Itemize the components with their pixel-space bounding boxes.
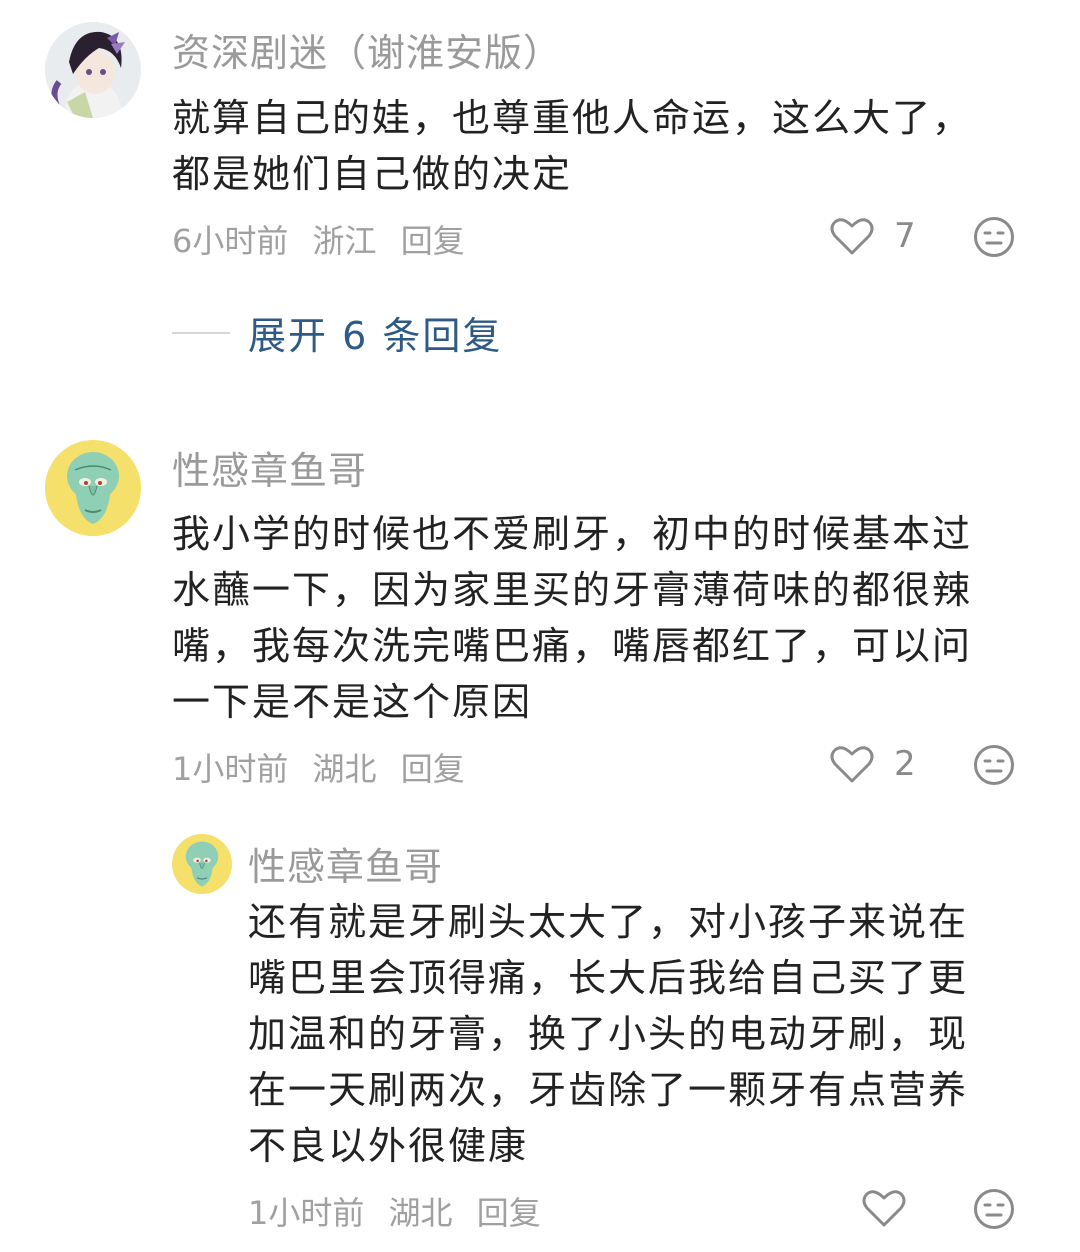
reply-button[interactable]: 回复: [401, 222, 465, 260]
comment-text-line: 我小学的时候也不爱刷牙，初中的时候基本过: [172, 512, 973, 556]
location: 湖北: [312, 750, 377, 788]
heart-icon: [862, 1190, 906, 1227]
reply-text-line: 嘴巴里会顶得痛，长大后我给自己买了更: [248, 956, 969, 1000]
username[interactable]: 性感章鱼哥: [248, 836, 443, 891]
heart-icon: [830, 746, 874, 783]
username[interactable]: 性感章鱼哥: [172, 440, 367, 495]
reply-text: 还有就是牙刷头太大了，对小孩子来说在 嘴巴里会顶得痛，长大后我给自己买了更 加温…: [248, 894, 968, 1174]
reply-text-line: 在一天刷两次，牙齿除了一颗牙有点营养: [248, 1068, 969, 1112]
timestamp: 1小时前: [172, 750, 289, 788]
timestamp: 6小时前: [172, 222, 289, 260]
like-count: 2: [894, 744, 916, 784]
reply-text-line: 不良以外很健康: [248, 1124, 529, 1168]
comment-text-line: 嘴，我每次洗完嘴巴痛，嘴唇都红了，可以问: [172, 624, 973, 668]
avatar[interactable]: [172, 834, 232, 894]
comment-text-line: 都是她们自己做的决定: [172, 152, 573, 196]
like-button[interactable]: 2: [830, 744, 916, 784]
dislike-button[interactable]: [973, 1188, 1015, 1234]
comment-text-line: 水蘸一下，因为家里买的牙膏薄荷味的都很辣: [172, 568, 973, 612]
dislike-button[interactable]: [973, 216, 1015, 262]
comment-text: 就算自己的娃，也尊重他人命运，这么大了， 都是她们自己做的决定: [172, 90, 972, 202]
heart-icon: [830, 218, 874, 255]
meh-face-icon: [974, 217, 1014, 257]
meh-face-icon: [974, 1189, 1014, 1229]
dislike-button[interactable]: [973, 744, 1015, 790]
meh-face-icon: [974, 745, 1014, 785]
comment-text: 我小学的时候也不爱刷牙，初中的时候基本过 水蘸一下，因为家里买的牙膏薄荷味的都很…: [172, 506, 972, 730]
comment-text-line: 就算自己的娃，也尊重他人命运，这么大了，: [172, 96, 973, 140]
like-count: 7: [894, 216, 916, 256]
timestamp: 1小时前: [248, 1194, 365, 1232]
expand-replies-label: 展开 6 条回复: [248, 314, 503, 358]
comment-meta: 1小时前 湖北 回复: [172, 744, 479, 790]
location: 浙江: [312, 222, 377, 260]
avatar[interactable]: [45, 440, 141, 536]
reply-meta: 1小时前 湖北 回复: [248, 1188, 555, 1234]
reply-button[interactable]: 回复: [477, 1194, 541, 1232]
username[interactable]: 资深剧迷（谢淮安版）: [172, 22, 562, 77]
comment-meta: 6小时前 浙江 回复: [172, 216, 479, 262]
expand-replies-button[interactable]: 展开 6 条回复: [172, 305, 502, 360]
comment-text-line: 一下是不是这个原因: [172, 680, 533, 724]
like-button[interactable]: 7: [830, 216, 916, 256]
avatar[interactable]: [45, 22, 141, 118]
divider: [172, 331, 230, 334]
location: 湖北: [388, 1194, 453, 1232]
reply-text-line: 还有就是牙刷头太大了，对小孩子来说在: [248, 900, 969, 944]
reply-button[interactable]: 回复: [401, 750, 465, 788]
reply-text-line: 加温和的牙膏，换了小头的电动牙刷，现: [248, 1012, 969, 1056]
like-button[interactable]: [862, 1188, 906, 1228]
